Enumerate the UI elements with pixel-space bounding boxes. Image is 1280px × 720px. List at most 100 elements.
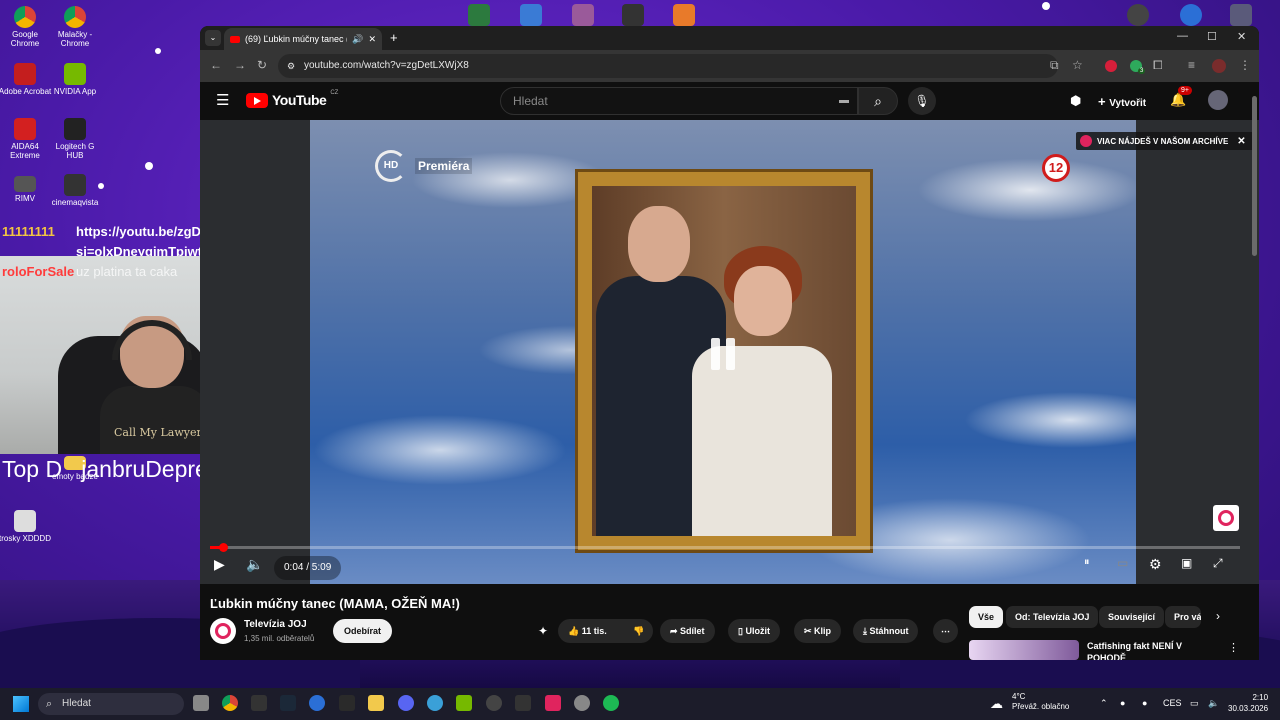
cast-icon[interactable]: ⬢ [1070, 93, 1081, 109]
discord-taskbar-icon[interactable] [398, 695, 414, 711]
play-icon[interactable]: ▶ [214, 556, 225, 573]
search-button[interactable]: ⌕ [858, 87, 898, 115]
app-icon[interactable] [673, 4, 695, 26]
app-icon[interactable] [572, 4, 594, 26]
task-view-icon[interactable] [193, 695, 209, 711]
voice-search-button[interactable]: 🎙 [908, 87, 936, 115]
obs-taskbar-icon[interactable] [486, 695, 502, 711]
app-taskbar-icon[interactable] [427, 695, 443, 711]
extensions-puzzle-icon[interactable]: ⧠ [1153, 58, 1163, 73]
hamburger-menu-icon[interactable]: ☰ [216, 91, 229, 109]
windows-start-icon[interactable] [13, 696, 29, 712]
back-icon[interactable]: ← [210, 58, 222, 72]
app-icon[interactable] [520, 4, 542, 26]
chip-for-you[interactable]: Pro vá [1165, 606, 1201, 628]
forward-icon[interactable]: → [234, 58, 246, 72]
desktop-icon-acrobat[interactable]: Adobe Acrobat [0, 63, 53, 96]
progress-bar[interactable] [210, 543, 1240, 552]
input-language[interactable]: CES [1163, 698, 1182, 708]
app-icon[interactable] [1230, 4, 1252, 26]
video-player[interactable]: HD Premiéra VIAC NÁJDEŠ V NAŠOM ARCHÍVE … [200, 120, 1259, 584]
extension-icon[interactable] [1105, 60, 1117, 72]
clip-button[interactable]: ✂ Klip [794, 619, 842, 643]
desktop-icon-rimv[interactable]: RIMV [0, 176, 53, 203]
volume-icon[interactable]: 🔈 [246, 556, 263, 573]
chip-from-channel[interactable]: Od: Televízia JOJ [1006, 606, 1099, 628]
app-icon[interactable] [468, 4, 490, 26]
settings-gear-icon[interactable]: ⚙ [1149, 556, 1162, 573]
maximize-button[interactable]: ☐ [1207, 30, 1217, 43]
account-avatar[interactable] [1208, 90, 1228, 110]
tab-youtube[interactable]: (69) Ľubkin múčny tanec (M 🔊 ✕ [224, 28, 382, 50]
theater-mode-icon[interactable]: ▣ [1181, 556, 1192, 570]
desktop-icon-nvidia[interactable]: NVIDIA App [47, 63, 103, 96]
tray-app-icon[interactable]: ● [1142, 698, 1147, 708]
ghub-taskbar-icon[interactable] [251, 695, 267, 711]
url-field[interactable]: ⚙ youtube.com/watch?v=zgDetLXWjX8 [278, 54, 1058, 78]
taskbar-search[interactable]: ⌕ Hledat [38, 693, 184, 715]
tray-chevron-up-icon[interactable]: ⌃ [1100, 698, 1108, 709]
recommendation-title[interactable]: Catfishing fakt NENÍ V POHODĚ [1087, 640, 1217, 660]
desktop-icon-trosky[interactable]: trosky XDDDD [0, 510, 53, 543]
spotify-taskbar-icon[interactable] [603, 695, 619, 711]
desktop-icon-cinemaqvista[interactable]: cinemaqvista [47, 174, 103, 207]
dislike-button[interactable]: 👎 [624, 619, 654, 643]
page-scrollbar[interactable] [1252, 96, 1257, 256]
install-icon[interactable]: ⧉ [1050, 58, 1059, 73]
download-button[interactable]: ⤓ Stáhnout [853, 619, 919, 643]
reload-icon[interactable]: ↻ [257, 58, 267, 72]
chevron-right-icon[interactable]: › [1216, 609, 1220, 623]
weather-widget[interactable]: 4°C Převáž. oblačno [1012, 692, 1069, 712]
reading-list-icon[interactable]: ≡ [1188, 58, 1195, 72]
desktop-icon-chrome[interactable]: Google Chrome [0, 6, 53, 48]
subtitles-icon[interactable]: ▭ [1117, 556, 1128, 570]
desktop-icon-aida64[interactable]: AIDA64 Extreme [0, 118, 53, 160]
channel-name[interactable]: Televízia JOJ [244, 619, 307, 630]
network-icon[interactable]: ▭ [1190, 698, 1199, 709]
steam-taskbar-icon[interactable] [280, 695, 296, 711]
menu-kebab-icon[interactable]: ⋮ [1239, 58, 1251, 72]
epic-taskbar-icon[interactable] [339, 695, 355, 711]
youtube-logo[interactable]: YouTube CZ [246, 90, 338, 108]
archive-banner[interactable]: VIAC NÁJDEŠ V NAŠOM ARCHÍVE ✕ [1076, 132, 1254, 150]
recommendation-menu-icon[interactable]: ⋮ [1228, 641, 1239, 654]
fullscreen-icon[interactable]: ⤢ [1213, 556, 1223, 571]
chip-related[interactable]: Související [1099, 606, 1165, 628]
progress-scrubber[interactable] [219, 543, 229, 552]
capcut-taskbar-icon[interactable] [515, 695, 531, 711]
volume-tray-icon[interactable]: 🔈 [1208, 698, 1219, 709]
close-banner-icon[interactable]: ✕ [1237, 136, 1245, 147]
chip-all[interactable]: Vše [969, 606, 1004, 628]
share-button[interactable]: ➦ Sdílet [660, 619, 715, 643]
subscribe-button[interactable]: Odebírat [333, 619, 393, 643]
new-tab-button[interactable]: + [390, 30, 398, 45]
audio-icon[interactable]: 🔊 [352, 34, 363, 45]
app-icon[interactable] [622, 4, 644, 26]
app-taskbar-icon[interactable] [545, 695, 561, 711]
tab-search-button[interactable]: ⌄ [205, 30, 221, 46]
profile-avatar[interactable] [1212, 59, 1226, 73]
explorer-taskbar-icon[interactable] [368, 695, 384, 711]
recommendation-thumbnail[interactable] [969, 640, 1079, 660]
desktop-icon-ghub[interactable]: Logitech G HUB [47, 118, 103, 160]
search-input[interactable]: Hledat ▬ [500, 87, 858, 115]
site-info-icon[interactable]: ⚙ [287, 54, 295, 78]
save-button[interactable]: ▯ Uložit [728, 619, 780, 643]
desktop-icon-chrome-profile[interactable]: Malačky - Chrome [47, 6, 103, 48]
battlenet-taskbar-icon[interactable] [309, 695, 325, 711]
autoplay-toggle[interactable]: ⏸ [1084, 556, 1090, 569]
tray-app-icon[interactable]: ● [1120, 698, 1125, 708]
app-icon[interactable] [1127, 4, 1149, 26]
minimize-button[interactable]: — [1177, 30, 1188, 42]
sparkle-ai-icon[interactable]: ✦ [538, 624, 548, 638]
chrome-taskbar-icon[interactable] [222, 695, 238, 711]
channel-avatar[interactable] [210, 618, 236, 644]
more-actions-button[interactable]: ⋯ [933, 619, 958, 643]
create-button[interactable]: + Vytvořit [1098, 94, 1146, 109]
close-tab-icon[interactable]: ✕ [368, 34, 376, 45]
app-taskbar-icon[interactable] [574, 695, 590, 711]
bookmark-star-icon[interactable]: ☆ [1072, 58, 1083, 72]
app-icon[interactable] [1180, 4, 1202, 26]
keyboard-icon[interactable]: ▬ [839, 88, 849, 114]
clock[interactable]: 2:10 30.03.2026 [1228, 692, 1268, 714]
